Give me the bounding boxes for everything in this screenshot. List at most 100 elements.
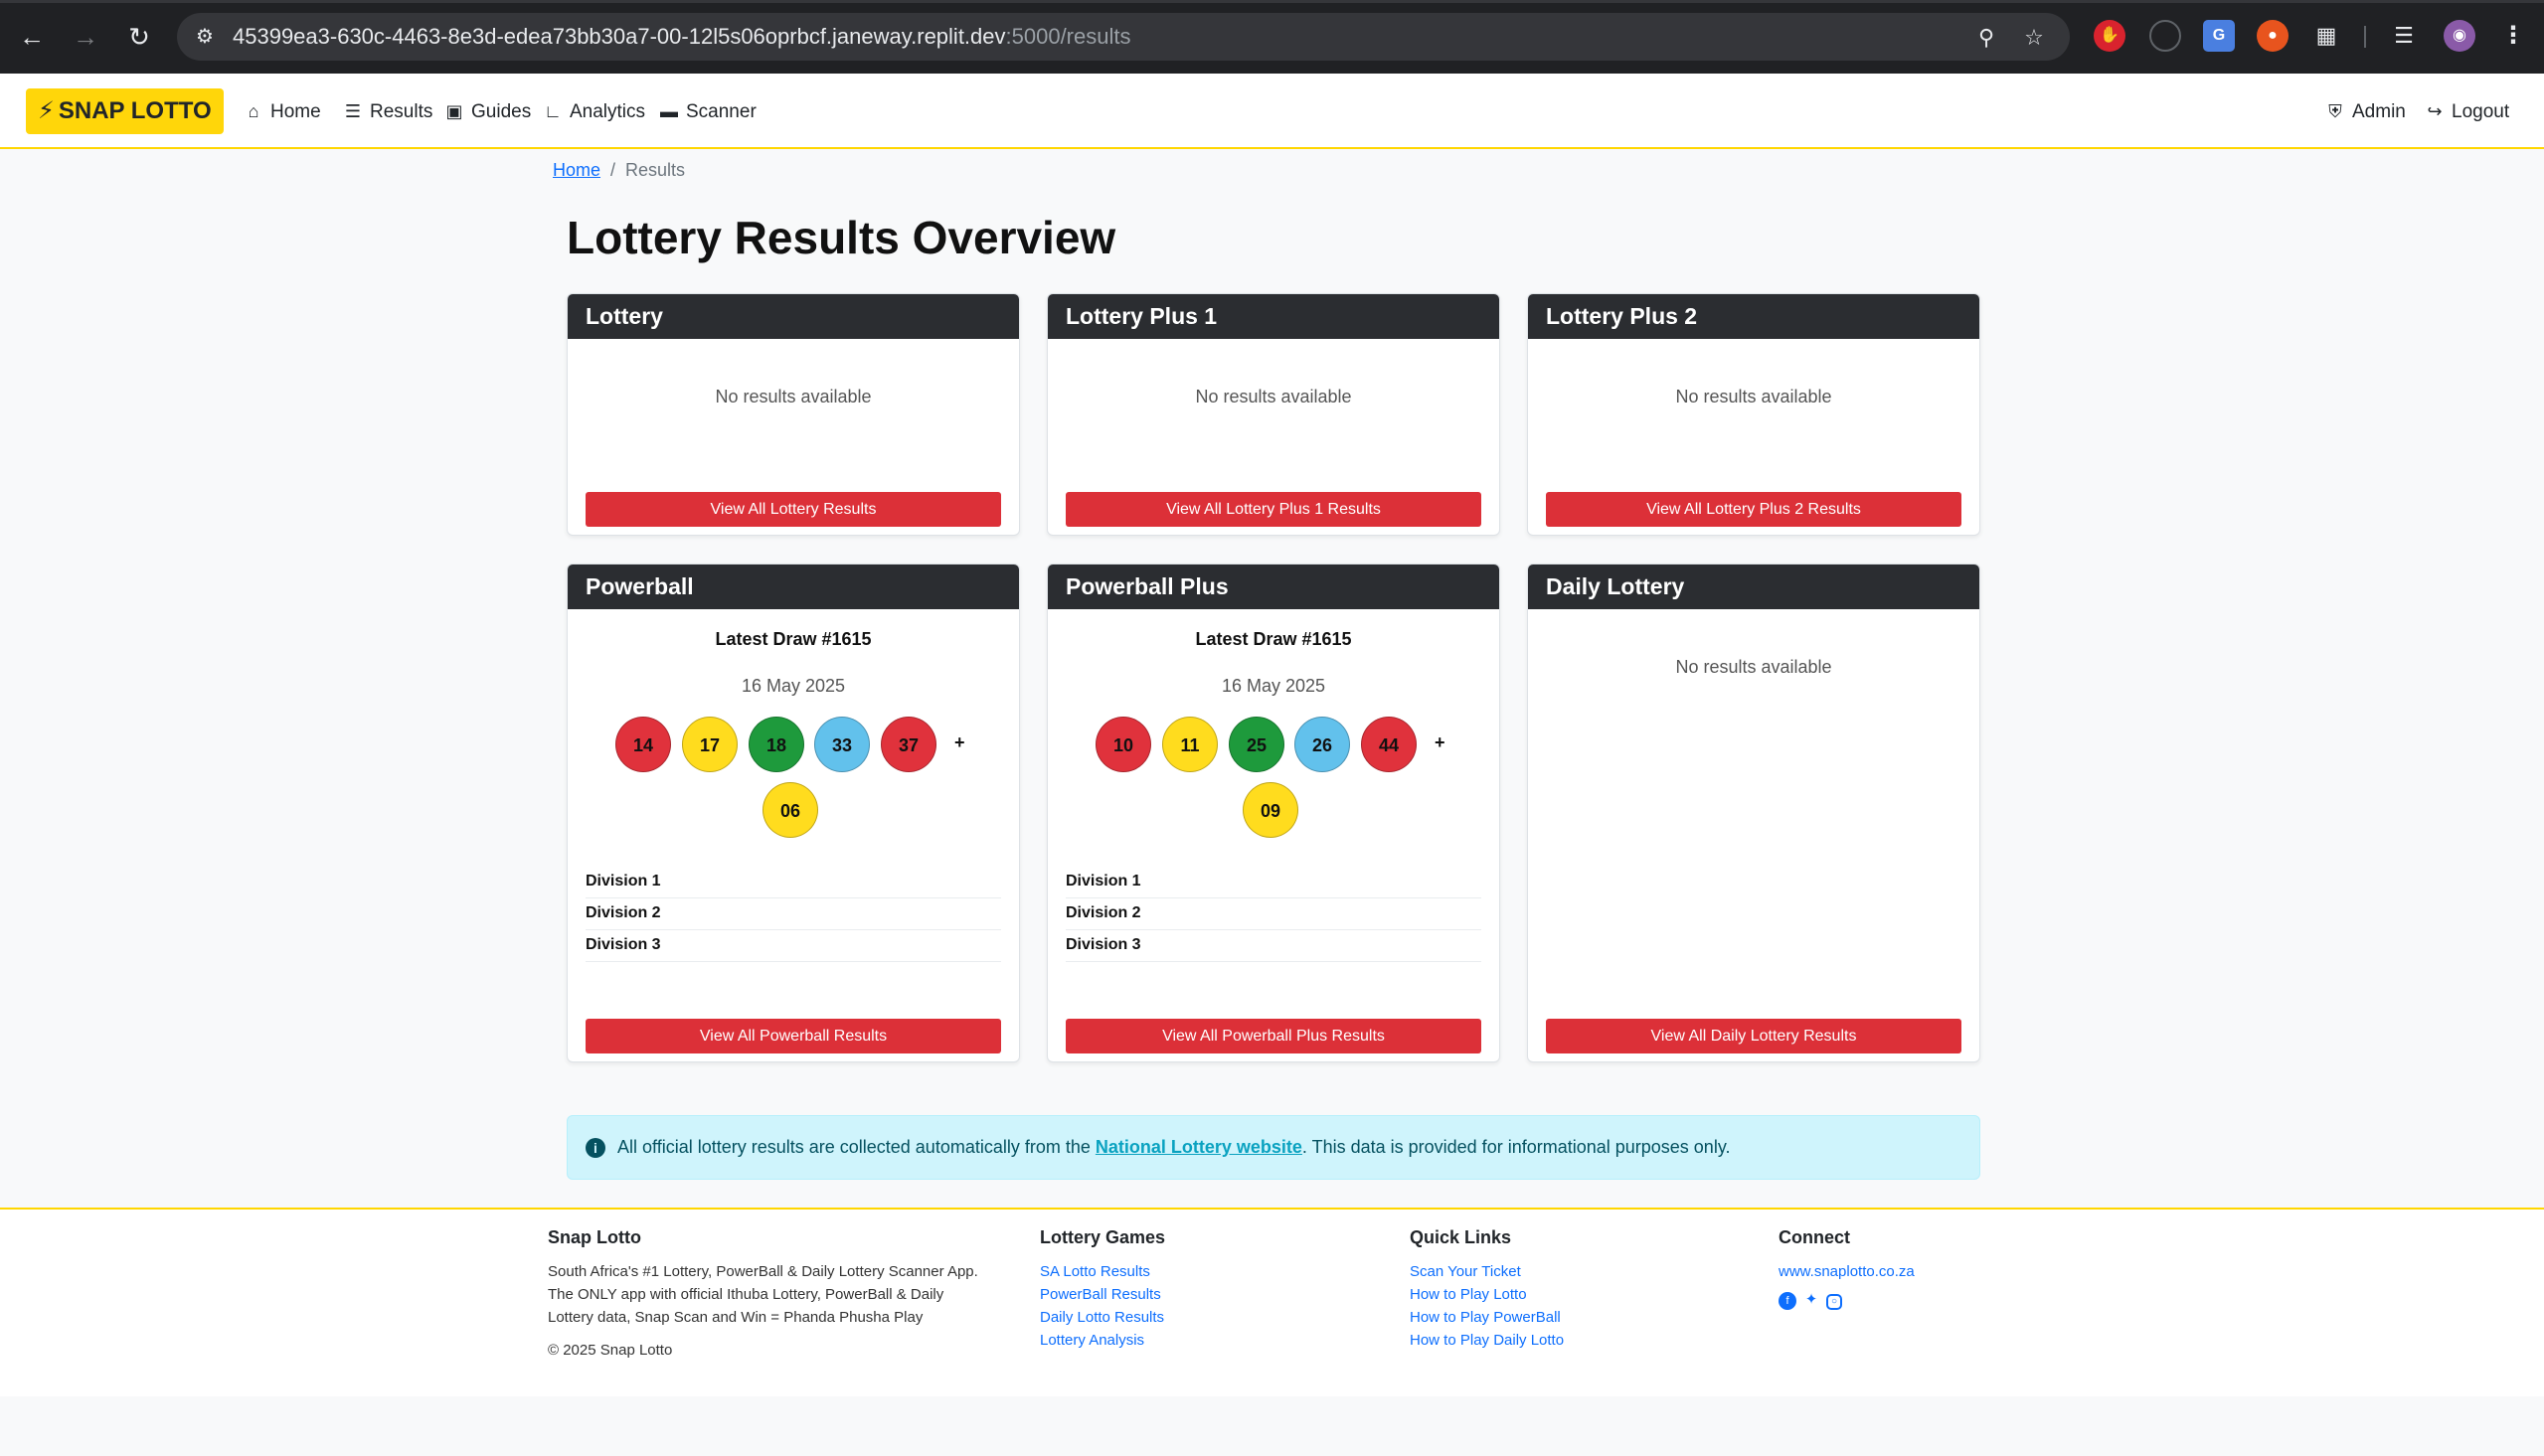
forward-arrow-icon[interactable]: → xyxy=(68,19,103,55)
footer-games: Lottery Games SA Lotto Results PowerBall… xyxy=(1040,1227,1165,1352)
view-powerball-results-button[interactable]: View All Powerball Results xyxy=(586,1019,1001,1053)
ball-2: 17 xyxy=(682,717,738,772)
profile-avatar[interactable]: ◉ xyxy=(2444,20,2475,52)
main-navbar: ⚡ SNAP LOTTO ⌂ Home ☰ Results ▣ Guides ∟ Anal… xyxy=(0,74,2544,149)
twitter-icon[interactable]: ✦ xyxy=(1802,1291,1820,1309)
footer-about-text: South Africa's #1 Lottery, PowerBall & D… xyxy=(548,1263,978,1326)
loading-extension-icon[interactable] xyxy=(2149,20,2181,52)
logout-icon: ↪ xyxy=(2427,101,2443,121)
footer-link-daily-lotto[interactable]: Daily Lotto Results xyxy=(1040,1306,1165,1329)
division-row: Division 3 xyxy=(1066,930,1481,962)
brand-logo[interactable]: ⚡ SNAP LOTTO xyxy=(26,88,224,134)
ticket-icon: ▬ xyxy=(660,101,678,121)
zoom-search-icon[interactable]: ⚲ xyxy=(1972,24,2000,52)
bookmark-star-icon[interactable]: ☆ xyxy=(2020,24,2048,52)
breadcrumb-current: Results xyxy=(625,160,686,180)
powerball-plus-card: Powerball Plus Latest Draw #1615 16 May … xyxy=(1047,564,1500,1062)
daily-lottery-card: Daily Lottery No results available View … xyxy=(1527,564,1980,1062)
breadcrumb-home-link[interactable]: Home xyxy=(553,160,600,180)
draw-date: 16 May 2025 xyxy=(741,676,846,696)
social-icons: f ✦ ○ xyxy=(1779,1283,1915,1310)
url-host: 45399ea3-630c-4463-8e3d-edea73bb30a7-00-… xyxy=(233,24,1006,49)
plus-sign: + xyxy=(1435,732,1445,752)
footer-about: Snap Lotto South Africa's #1 Lottery, Po… xyxy=(548,1227,985,1362)
info-icon: i xyxy=(586,1138,605,1158)
adblock-extension-icon[interactable]: ✋ xyxy=(2094,20,2125,52)
card-header: Lottery xyxy=(568,294,1019,339)
draw-date: 16 May 2025 xyxy=(1221,676,1326,696)
footer-link-play-daily[interactable]: How to Play Daily Lotto xyxy=(1410,1329,1564,1352)
division-row: Division 1 xyxy=(1066,867,1481,898)
view-daily-lottery-results-button[interactable]: View All Daily Lottery Results xyxy=(1546,1019,1961,1053)
view-lottery-results-button[interactable]: View All Lottery Results xyxy=(586,492,1001,527)
nav-admin[interactable]: ⛨ Admin xyxy=(2324,97,2406,125)
tab-strip-edge xyxy=(0,0,2544,3)
footer-quick-links: Quick Links Scan Your Ticket How to Play… xyxy=(1410,1227,1564,1352)
ball-3: 25 xyxy=(1229,717,1284,772)
translate-extension-icon[interactable]: G xyxy=(2203,20,2235,52)
reload-icon[interactable]: ↻ xyxy=(121,19,157,55)
lottery-plus-2-card: Lottery Plus 2 No results available View… xyxy=(1527,293,1980,536)
view-powerball-plus-results-button[interactable]: View All Powerball Plus Results xyxy=(1066,1019,1481,1053)
view-lottery-plus-2-results-button[interactable]: View All Lottery Plus 2 Results xyxy=(1546,492,1961,527)
footer-link-play-powerball[interactable]: How to Play PowerBall xyxy=(1410,1306,1564,1329)
nav-analytics[interactable]: ∟ Analytics xyxy=(542,97,645,125)
footer-website-link[interactable]: www.snaplotto.co.za xyxy=(1779,1260,1915,1283)
media-queue-icon[interactable]: ☰ xyxy=(2388,20,2420,52)
list-icon: ☰ xyxy=(344,101,362,121)
powerball-card: Powerball Latest Draw #1615 16 May 2025 … xyxy=(567,564,1020,1062)
breadcrumb-separator: / xyxy=(610,160,616,180)
bonus-ball: 09 xyxy=(1243,782,1298,838)
nav-home[interactable]: ⌂ Home xyxy=(243,97,321,125)
address-bar[interactable]: ⚙ 45399ea3-630c-4463-8e3d-edea73bb30a7-0… xyxy=(177,13,2070,61)
brand-name: SNAP LOTTO xyxy=(58,97,212,124)
bonus-ball: 06 xyxy=(763,782,818,838)
latest-draw-title: Latest Draw #1615 xyxy=(715,629,872,649)
back-arrow-icon[interactable]: ← xyxy=(14,19,50,55)
card-header: Daily Lottery xyxy=(1528,565,1979,609)
view-lottery-plus-1-results-button[interactable]: View All Lottery Plus 1 Results xyxy=(1066,492,1481,527)
menu-kebab-icon[interactable]: ⋮ xyxy=(2497,20,2529,52)
nav-guides[interactable]: ▣ Guides xyxy=(443,97,531,125)
card-header: Lottery Plus 1 xyxy=(1048,294,1499,339)
card-header: Powerball Plus xyxy=(1048,565,1499,609)
division-row: Division 2 xyxy=(586,898,1001,930)
url-text[interactable]: 45399ea3-630c-4463-8e3d-edea73bb30a7-00-… xyxy=(233,24,1130,50)
nav-scanner-label: Scanner xyxy=(686,101,757,122)
footer-link-analysis[interactable]: Lottery Analysis xyxy=(1040,1329,1165,1352)
ball-5: 37 xyxy=(881,717,936,772)
ball-1: 10 xyxy=(1096,717,1151,772)
site-info-icon[interactable]: ⚙ xyxy=(191,23,219,51)
chart-icon: ∟ xyxy=(544,101,562,121)
book-icon: ▣ xyxy=(445,101,463,121)
nav-guides-label: Guides xyxy=(471,101,532,122)
site-footer: Snap Lotto South Africa's #1 Lottery, Po… xyxy=(0,1208,2544,1396)
extensions-puzzle-icon[interactable]: ▦ xyxy=(2310,20,2342,52)
ball-4: 26 xyxy=(1294,717,1350,772)
ball-3: 18 xyxy=(749,717,804,772)
no-results-text: No results available xyxy=(1675,387,1832,406)
latest-draw-title: Latest Draw #1615 xyxy=(1195,629,1352,649)
facebook-icon[interactable]: f xyxy=(1779,1292,1796,1310)
nav-results[interactable]: ☰ Results xyxy=(342,97,432,125)
ball-5: 44 xyxy=(1361,717,1417,772)
nav-home-label: Home xyxy=(270,101,321,122)
footer-link-scan-ticket[interactable]: Scan Your Ticket xyxy=(1410,1260,1564,1283)
national-lottery-link[interactable]: National Lottery website xyxy=(1096,1137,1302,1157)
nav-analytics-label: Analytics xyxy=(570,101,646,122)
instagram-icon[interactable]: ○ xyxy=(1826,1294,1842,1310)
plus-sign: + xyxy=(954,732,965,752)
shield-icon: ⛨ xyxy=(2328,101,2342,121)
home-icon: ⌂ xyxy=(248,101,259,121)
card-header: Powerball xyxy=(568,565,1019,609)
ball-2: 11 xyxy=(1162,717,1218,772)
breadcrumb: Home / Results xyxy=(553,160,685,181)
nav-scanner[interactable]: ▬ Scanner xyxy=(658,97,757,125)
toolbar-divider xyxy=(2364,26,2366,48)
lottery-plus-1-card: Lottery Plus 1 No results available View… xyxy=(1047,293,1500,536)
footer-link-powerball[interactable]: PowerBall Results xyxy=(1040,1283,1165,1306)
nav-logout[interactable]: ↪ Logout xyxy=(2424,97,2509,125)
fox-extension-icon[interactable]: ● xyxy=(2257,20,2289,52)
footer-link-play-lotto[interactable]: How to Play Lotto xyxy=(1410,1283,1564,1306)
footer-link-sa-lotto[interactable]: SA Lotto Results xyxy=(1040,1260,1165,1283)
